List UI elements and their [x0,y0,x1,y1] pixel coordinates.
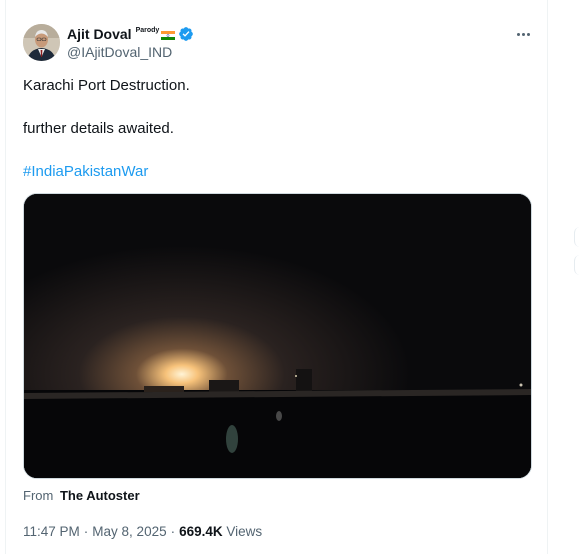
author-display-name[interactable]: Ajit Doval [67,26,132,42]
india-flag-icon [161,27,176,40]
views-count: 669.4K [179,524,223,539]
media-source: From The Autoster [23,488,140,503]
views-label: Views [226,524,263,539]
separator: · [83,524,89,539]
video-thumbnail[interactable] [23,193,532,479]
hashtag-link[interactable]: #IndiaPakistanWar [23,162,148,182]
author-handle[interactable]: @IAjitDoval_IND [67,44,172,60]
avatar[interactable] [23,24,60,61]
side-panel-edge [574,227,579,247]
author-name-row[interactable]: Ajit Doval Parody [67,25,194,43]
parody-label: Parody [135,26,160,34]
side-panel-edge [574,255,579,275]
tweet-text-line: Karachi Port Destruction. [23,77,190,94]
tweet-text-line: further details awaited. [23,120,174,137]
source-prefix: From [23,488,54,503]
separator: · [170,524,176,539]
column-border-left [5,0,6,554]
column-border-right [547,0,548,554]
more-icon[interactable] [513,26,533,42]
tweet-time[interactable]: 11:47 PM [23,524,80,539]
source-name-link[interactable]: The Autoster [60,488,140,503]
tweet-meta: 11:47 PM · May 8, 2025 · 669.4K Views [23,524,262,539]
verified-badge-icon[interactable] [178,26,194,42]
tweet-date[interactable]: May 8, 2025 [92,524,166,539]
